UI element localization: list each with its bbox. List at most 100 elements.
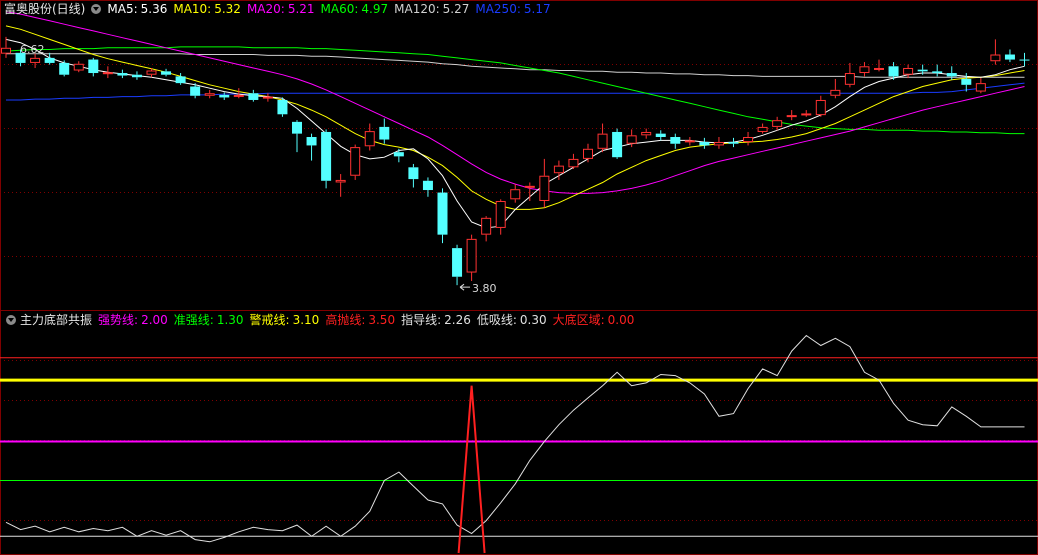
candle-body [553, 165, 564, 174]
legend-label: 准强线: [173, 313, 214, 327]
legend-item: 准强线: 1.30 [174, 311, 244, 329]
guide-line [5, 334, 1025, 543]
candle-body [597, 133, 608, 149]
candle-body [161, 71, 172, 75]
candle-body [874, 67, 884, 70]
legend-value: 3.50 [368, 313, 396, 327]
candle-body [728, 142, 739, 144]
candle [73, 61, 84, 73]
candle [117, 69, 128, 79]
candle-body [743, 137, 754, 143]
chevron-down-icon[interactable] [6, 315, 16, 325]
legend-item: 强势线: 2.00 [98, 311, 168, 329]
legend-label: 高抛线: [325, 313, 366, 327]
candle-body [190, 86, 201, 96]
candle-body [641, 131, 652, 136]
candle-body [655, 133, 666, 138]
chevron-down-icon[interactable] [91, 4, 102, 14]
candle-body [204, 93, 215, 96]
legend-item: 大底区域: 0.00 [553, 311, 635, 329]
candle-body [524, 185, 535, 188]
legend-item: MA20: 5.21 [247, 0, 315, 18]
legend-value: 0.30 [519, 313, 547, 327]
candle [481, 216, 492, 242]
legend-label: MA5: [107, 2, 138, 16]
legend-item: MA5: 5.36 [107, 0, 167, 18]
candle [975, 78, 986, 94]
candle [699, 137, 710, 149]
candle [161, 68, 172, 77]
legend-value: 5.32 [214, 2, 241, 16]
legend-value: 5.21 [287, 2, 315, 16]
legend-item: MA60: 4.97 [321, 0, 389, 18]
legend-label: MA60: [320, 2, 359, 16]
legend-value: 2.26 [444, 313, 471, 327]
candle [713, 137, 724, 149]
stock-chart-canvas[interactable]: 6.62 3.80 [0, 0, 1038, 555]
indicator-panel[interactable] [0, 334, 1038, 554]
candle-body [932, 71, 943, 74]
candle-body [466, 238, 477, 273]
legend-label: MA120: [394, 2, 440, 16]
candle [524, 182, 535, 201]
candle-body [888, 66, 899, 77]
candle [539, 158, 550, 208]
candle [219, 92, 230, 100]
stock-title: 富奥股份(日线) [4, 2, 86, 16]
candle [88, 57, 99, 77]
candle-body [801, 113, 812, 116]
candle-body [30, 57, 41, 63]
candle-body [670, 137, 681, 144]
candle-body [786, 115, 797, 118]
legend-item: MA120: 5.27 [394, 0, 469, 18]
legend-label: 低吸线: [476, 313, 517, 327]
legend-item: 指导线: 2.26 [401, 311, 471, 329]
candle [59, 60, 70, 77]
legend-value: 3.10 [292, 313, 320, 327]
candle-body [975, 83, 986, 92]
candle-body [335, 179, 346, 183]
candle-body [830, 89, 841, 96]
candle [248, 89, 259, 102]
candle-body [713, 142, 724, 146]
price-annotation: 6.62 [20, 43, 45, 56]
candle [204, 89, 215, 99]
legend-value: 5.17 [523, 2, 551, 16]
candle [641, 128, 652, 139]
candle-body [844, 73, 855, 85]
candle-body [393, 152, 404, 157]
candle [684, 137, 695, 146]
candle-body [88, 59, 99, 74]
legend-label: 强势线: [98, 313, 139, 327]
candle-body [495, 200, 506, 228]
legend-value: 1.30 [216, 313, 244, 327]
candle [932, 64, 943, 77]
candle-body [321, 131, 332, 181]
candle-body [1019, 59, 1030, 61]
candle-body [699, 142, 710, 146]
candle [568, 153, 579, 169]
candle-body [422, 180, 433, 191]
candle-body [772, 120, 783, 127]
candle [44, 52, 55, 65]
candlestick-panel[interactable]: 6.62 3.80 [1, 11, 1030, 296]
candle-body [481, 217, 492, 235]
legend-value: 4.97 [361, 2, 389, 16]
candle [743, 131, 754, 146]
candle-body [859, 66, 870, 74]
candle-body [612, 131, 623, 158]
legend-item: MA250: 5.17 [475, 0, 550, 18]
legend-label: MA250: [475, 2, 521, 16]
candle [292, 120, 302, 153]
legend-value: 5.27 [442, 2, 470, 16]
candle-body [1, 47, 11, 54]
candle [175, 73, 186, 85]
candle [393, 148, 404, 163]
legend-label: MA10: [173, 2, 212, 16]
candle-body [1004, 54, 1015, 60]
annotation-label: 6.62 [20, 43, 45, 56]
candle [597, 123, 608, 153]
candle [30, 53, 41, 68]
candle-body [626, 135, 637, 144]
candle-body [233, 94, 244, 97]
